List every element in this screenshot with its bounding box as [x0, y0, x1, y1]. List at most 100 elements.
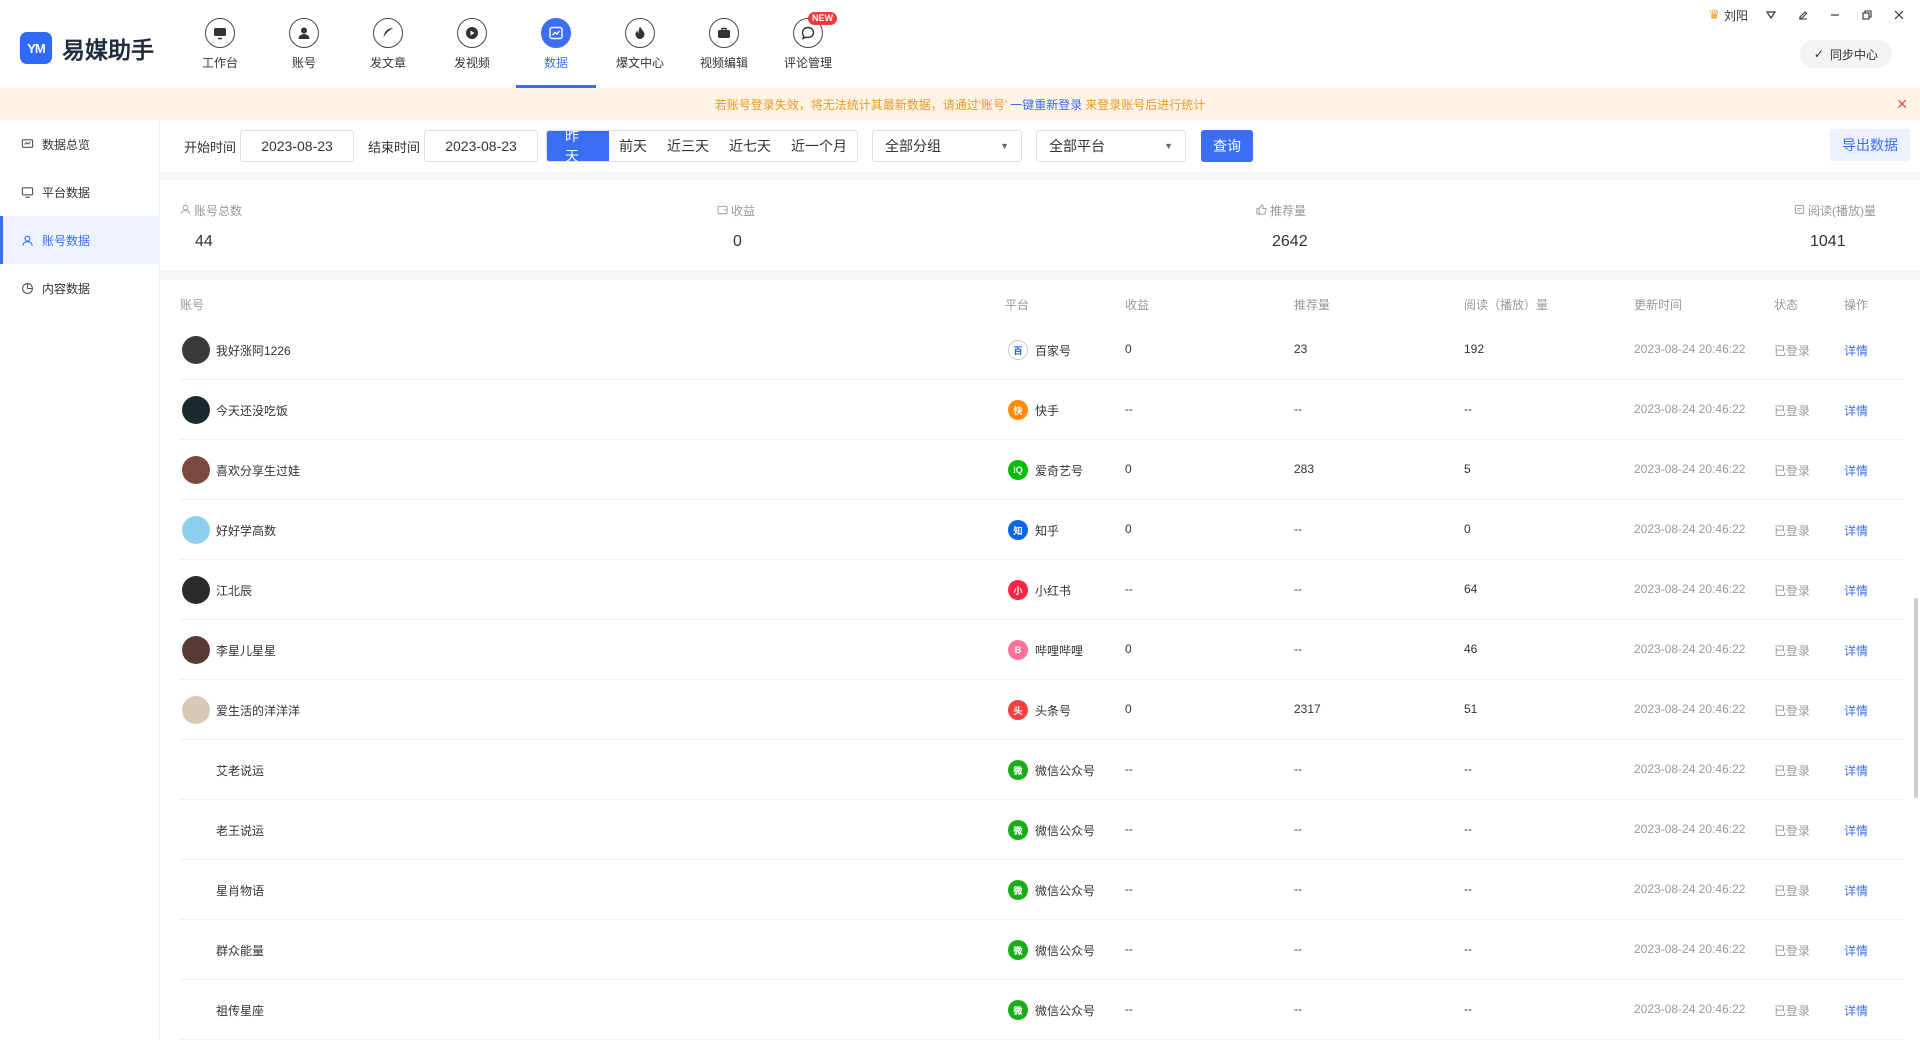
account-name: 喜欢分享生过娃 [216, 464, 301, 478]
new-badge: NEW [808, 12, 837, 25]
notice-text-before: 若账号登录失效，将无法统计其最新数据，请通过'账号' [714, 97, 1008, 112]
revenue-value: -- [1125, 582, 1133, 596]
start-date-input[interactable]: 2023-08-23 [240, 130, 355, 162]
detail-link[interactable]: 详情 [1844, 702, 1868, 719]
platform-select[interactable]: 全部平台 ▼ [1036, 130, 1187, 162]
table-row: 李星儿星星 B 哔哩哔哩 0 -- 46 2023-08-24 20:46:22… [180, 620, 1904, 680]
detail-link[interactable]: 详情 [1844, 582, 1868, 599]
platform-logo-icon: 百 [1008, 340, 1028, 360]
wallet-icon [717, 204, 728, 218]
account-name: 好好学高数 [216, 524, 277, 538]
platform-logo-icon: 微 [1008, 880, 1028, 900]
sidebar-item-3[interactable]: 内容数据 [0, 264, 159, 312]
reads-value: 64 [1464, 582, 1478, 596]
stat-label: 账号总数 [194, 204, 243, 218]
header-reads: 阅读（播放）量 [1464, 298, 1549, 312]
app-name: 易媒助手 [62, 37, 154, 63]
crown-icon: ♛ [1708, 7, 1720, 22]
user-icon [20, 233, 34, 247]
header-action: 操作 [1844, 298, 1869, 312]
stat-recommend: 推荐量 2642 [1256, 202, 1308, 251]
nav-item-4[interactable]: 数据 [516, 0, 596, 88]
user-menu[interactable]: ♛ 刘阳 [1708, 7, 1748, 24]
revenue-value: -- [1125, 1002, 1133, 1016]
group-select[interactable]: 全部分组 ▼ [872, 130, 1023, 162]
status-text: 已登录 [1774, 464, 1811, 478]
platform-name: 知乎 [1035, 524, 1060, 538]
recommend-value: -- [1294, 522, 1302, 536]
nav-item-7[interactable]: 评论管理 NEW [768, 0, 848, 88]
sidebar-item-1[interactable]: 平台数据 [0, 168, 159, 216]
account-name: 我好涨阿1226 [216, 344, 291, 358]
status-text: 已登录 [1774, 764, 1811, 778]
table-scrollbar[interactable] [1914, 598, 1918, 798]
detail-link[interactable]: 详情 [1844, 462, 1868, 479]
export-data-button[interactable]: 导出数据 [1830, 129, 1910, 161]
table-row: 江北辰 小 小红书 -- -- 64 2023-08-24 20:46:22 已… [180, 560, 1904, 620]
avatar [182, 456, 210, 484]
nav-item-6[interactable]: 视频编辑 [684, 0, 764, 88]
close-icon[interactable] [1890, 6, 1908, 24]
account-name: 江北辰 [216, 584, 253, 598]
sidebar-item-0[interactable]: 数据总览 [0, 120, 159, 168]
platform-logo-icon: 微 [1008, 940, 1028, 960]
notice-close-icon[interactable]: ✕ [1896, 96, 1908, 113]
caret-down-icon: ▼ [1164, 141, 1174, 151]
nav-item-2[interactable]: 发文章 [348, 0, 428, 88]
sidebar-item-label: 平台数据 [42, 185, 91, 200]
platform-name: 快手 [1035, 404, 1060, 418]
nav-label: 账号 [291, 56, 316, 70]
platform-logo-icon: 小 [1008, 580, 1028, 600]
recommend-value: -- [1294, 942, 1302, 956]
chart-icon [541, 18, 571, 48]
edit-icon[interactable] [1794, 6, 1812, 24]
status-text: 已登录 [1774, 704, 1811, 718]
sidebar-item-2[interactable]: 账号数据 [0, 216, 159, 264]
minimize-icon[interactable] [1826, 6, 1844, 24]
sync-center-button[interactable]: ✓ 同步中心 [1799, 40, 1892, 68]
avatar [182, 516, 210, 544]
account-name: 祖传星座 [216, 1004, 265, 1018]
query-button[interactable]: 查询 [1201, 130, 1254, 162]
nav-item-5[interactable]: 爆文中心 [600, 0, 680, 88]
nav-label: 工作台 [201, 56, 238, 70]
relogin-link[interactable]: 一键重新登录 [1010, 96, 1082, 113]
quick-range-button[interactable]: 近三天 [657, 131, 719, 161]
nav-item-0[interactable]: 工作台 [180, 0, 260, 88]
nav-item-3[interactable]: 发视频 [432, 0, 512, 88]
detail-link[interactable]: 详情 [1844, 402, 1868, 419]
monitor-icon [20, 185, 34, 199]
nav-item-1[interactable]: 账号 [264, 0, 344, 88]
quick-range-button[interactable]: 近七天 [719, 131, 781, 161]
table-row: 老王说运 微 微信公众号 -- -- -- 2023-08-24 20:46:2… [180, 800, 1904, 860]
detail-link[interactable]: 详情 [1844, 882, 1868, 899]
header-recommend: 推荐量 [1294, 298, 1331, 312]
quick-range-button[interactable]: 近一个月 [781, 131, 857, 161]
updated-time: 2023-08-24 20:46:22 [1634, 1002, 1746, 1016]
restore-icon[interactable] [1858, 6, 1876, 24]
stat-value: 44 [195, 233, 213, 250]
detail-link[interactable]: 详情 [1844, 342, 1868, 359]
detail-link[interactable]: 详情 [1844, 522, 1868, 539]
detail-link[interactable]: 详情 [1844, 822, 1868, 839]
sidebar: 数据总览 平台数据 账号数据 内容数据 [0, 120, 160, 1040]
platform-select-value: 全部平台 [1049, 138, 1106, 154]
dropdown-icon[interactable] [1762, 6, 1780, 24]
quick-range-button[interactable]: 前天 [609, 131, 657, 161]
group-select-value: 全部分组 [885, 138, 942, 154]
detail-link[interactable]: 详情 [1844, 642, 1868, 659]
table-row: 好好学高数 知 知乎 0 -- 0 2023-08-24 20:46:22 已登… [180, 500, 1904, 560]
detail-link[interactable]: 详情 [1844, 762, 1868, 779]
read-icon [1794, 204, 1805, 218]
avatar [182, 696, 210, 724]
reads-value: -- [1464, 942, 1472, 956]
pie-icon [20, 281, 34, 295]
updated-time: 2023-08-24 20:46:22 [1634, 942, 1746, 956]
detail-link[interactable]: 详情 [1844, 942, 1868, 959]
app-logo[interactable]: YM 易媒助手 [20, 31, 154, 65]
sidebar-item-label: 内容数据 [42, 281, 91, 296]
end-date-input[interactable]: 2023-08-23 [424, 130, 539, 162]
platform-name: 微信公众号 [1035, 764, 1096, 778]
quick-range-button[interactable]: 昨天 [547, 131, 610, 161]
detail-link[interactable]: 详情 [1844, 1002, 1868, 1019]
